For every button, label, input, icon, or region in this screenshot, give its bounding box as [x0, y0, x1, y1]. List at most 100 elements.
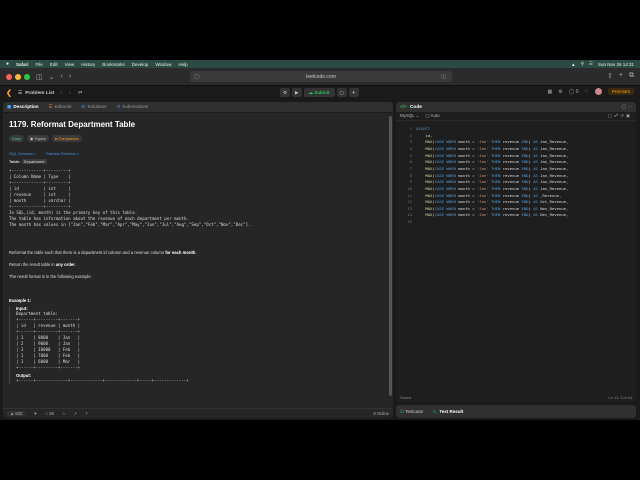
- chevron-down-icon[interactable]: ⌄: [49, 73, 55, 81]
- schema-links: SQL Schema > Pandas Schema >: [9, 151, 381, 156]
- pandas-schema-link[interactable]: Pandas Schema >: [46, 151, 79, 156]
- apple-icon[interactable]: ●: [6, 61, 9, 67]
- share-problem-icon[interactable]: ↗: [74, 411, 78, 416]
- tab-solutions[interactable]: ⚖ Solutions: [81, 104, 106, 110]
- minimize-window-button[interactable]: [15, 73, 21, 80]
- online-count: 8 Online: [373, 411, 389, 416]
- menu-history[interactable]: History: [81, 62, 95, 67]
- address-bar[interactable]: ◯ leetcode.com ◫: [190, 71, 452, 82]
- leetcode-logo-icon[interactable]: ❮: [6, 89, 12, 97]
- menu-bar: ● Safari File Edit View History Bookmark…: [0, 60, 640, 68]
- new-tab-icon[interactable]: +: [619, 72, 623, 80]
- order-end: .: [74, 262, 77, 267]
- companies-label: Companies: [58, 136, 79, 141]
- menu-help[interactable]: Help: [178, 62, 187, 67]
- problem-list-icon[interactable]: ☰: [18, 91, 22, 96]
- search-icon[interactable]: ⚲: [581, 61, 584, 67]
- difficulty-badge: Easy: [9, 135, 24, 142]
- description-footer: ▲ 632 ▼ □ 38 ☆ ↗ ? 8 Online: [3, 408, 393, 418]
- like-button[interactable]: ▲ 632: [7, 411, 26, 416]
- format-paragraph: The result format is in the following ex…: [9, 274, 92, 279]
- line-number: 9: [409, 179, 412, 185]
- debug-icon[interactable]: ⚙: [280, 88, 291, 97]
- sql-schema-link[interactable]: SQL Schema >: [9, 151, 36, 156]
- line-number: 12: [407, 199, 412, 205]
- order-bold: any order: [55, 262, 75, 267]
- code-line[interactable]: MAX(CASE WHEN month = 'Jan' THEN revenue…: [416, 166, 568, 173]
- code-line[interactable]: id,: [416, 133, 432, 140]
- menu-app-name[interactable]: Safari: [16, 62, 29, 67]
- auto-mode[interactable]: ▢ Auto: [425, 113, 439, 119]
- problem-list-link[interactable]: Problem List: [25, 91, 54, 96]
- tab-description[interactable]: ▣ Description: [7, 104, 39, 110]
- language-label: MySQL: [400, 113, 415, 118]
- code-line[interactable]: MAX(CASE WHEN month = 'Jan' THEN revenue…: [416, 199, 568, 206]
- settings-icon[interactable]: ⚙: [558, 89, 562, 95]
- zoom-window-button[interactable]: [24, 73, 30, 80]
- code-line[interactable]: MAX(CASE WHEN month = 'Jan' THEN revenue…: [416, 153, 568, 160]
- code-icon: </>: [400, 104, 407, 110]
- test-result-tab[interactable]: >_ Test Result: [433, 409, 463, 414]
- help-icon[interactable]: ?: [85, 411, 87, 416]
- notes-icon[interactable]: ▢: [336, 88, 347, 97]
- tab-submissions[interactable]: ↺ Submissions: [116, 104, 148, 110]
- streak-counter[interactable]: ◯ 0: [569, 89, 579, 95]
- code-line[interactable]: MAX(CASE WHEN month = 'Jan' THEN revenue…: [416, 212, 568, 219]
- menu-edit[interactable]: Edit: [50, 62, 58, 67]
- code-line[interactable]: MAX(CASE WHEN month = 'Jan' THEN revenue…: [416, 146, 568, 153]
- bell-icon[interactable]: ♡: [585, 89, 589, 95]
- comments-button[interactable]: □ 38: [45, 411, 53, 416]
- editor-tools-icons[interactable]: ▢☍↺▣: [608, 113, 632, 119]
- run-controls: ⚙ ▶ ☁ Submit ▢ ✦: [280, 88, 359, 97]
- table-name: Department: [21, 159, 47, 164]
- premium-button[interactable]: Premium: [607, 88, 634, 95]
- forward-icon[interactable]: ›: [69, 73, 71, 80]
- favorite-icon[interactable]: ☆: [62, 411, 66, 416]
- test-result-label: Test Result: [439, 409, 464, 414]
- task-text: Reformat the table such that there is a …: [9, 250, 166, 255]
- wifi-icon[interactable]: ▲: [571, 62, 575, 67]
- tab-description-label: Description: [13, 104, 39, 109]
- companies-tag[interactable]: ● Companies: [51, 135, 82, 142]
- code-line[interactable]: MAX(CASE WHEN month = 'Jan' THEN revenue…: [416, 179, 568, 186]
- share-code-icon[interactable]: ✦: [348, 88, 359, 97]
- code-footer: Saved Ln 11, Col 54: [396, 393, 636, 402]
- menu-bookmarks[interactable]: Bookmarks: [102, 62, 125, 67]
- menu-view[interactable]: View: [65, 62, 75, 67]
- close-window-button[interactable]: [6, 73, 12, 80]
- input-table: +------+---------+-------+ | id | revenu…: [16, 317, 81, 370]
- code-line[interactable]: MAX(CASE WHEN month = 'Jan' THEN revenue…: [416, 186, 568, 193]
- sidebar-icon[interactable]: ◫: [36, 73, 43, 81]
- control-center-icon[interactable]: ☰: [589, 61, 593, 67]
- problem-description: 1179. Reformat Department Table Easy ◉ T…: [3, 113, 387, 396]
- back-icon[interactable]: ‹: [61, 73, 63, 80]
- line-number: 4: [409, 145, 412, 151]
- code-title: Code: [409, 104, 422, 110]
- menu-develop[interactable]: Develop: [132, 62, 149, 67]
- topics-tag[interactable]: ◉ Topics: [26, 135, 49, 142]
- menu-file[interactable]: File: [36, 62, 43, 67]
- panel-controls-icon[interactable]: ▢ ⋯: [621, 105, 632, 110]
- tab-icon[interactable]: ◫: [441, 74, 446, 80]
- submit-button[interactable]: ☁ Submit: [303, 88, 335, 97]
- layout-icon[interactable]: ▦: [548, 89, 553, 95]
- description-scrollbar[interactable]: [389, 116, 392, 396]
- prev-next-icons[interactable]: ‹ › ⇄: [60, 91, 85, 96]
- table-heading: Table: Department: [9, 159, 381, 164]
- dislike-icon[interactable]: ▼: [33, 411, 37, 416]
- editorial-icon: ☰: [48, 104, 53, 109]
- topics-label: Topics: [34, 136, 46, 141]
- testcase-tab[interactable]: ☑ Testcase: [400, 409, 423, 415]
- tab-overview-icon[interactable]: ⧉: [629, 72, 634, 80]
- run-button[interactable]: ▶: [292, 88, 302, 97]
- menu-clock[interactable]: Sun Nov 26 14:31: [598, 62, 634, 67]
- code-editor[interactable]: 1 SELECT 2 id, 3 MAX(CASE WHEN month = 'Jan…: [396, 124, 636, 384]
- description-icon: ▣: [7, 104, 12, 109]
- code-area: </> Code ▢ ⋯ MySQL ⌄ ▢ Auto ▢☍↺▣ 1 SELECT…: [396, 102, 636, 418]
- share-icon[interactable]: ⇧: [607, 72, 613, 80]
- example-title: Example 1:: [9, 298, 32, 303]
- language-select[interactable]: MySQL ⌄: [400, 113, 419, 119]
- avatar[interactable]: [594, 88, 602, 95]
- tab-editorial[interactable]: ☰ Editorial: [49, 104, 72, 110]
- menu-window[interactable]: Window: [155, 62, 171, 67]
